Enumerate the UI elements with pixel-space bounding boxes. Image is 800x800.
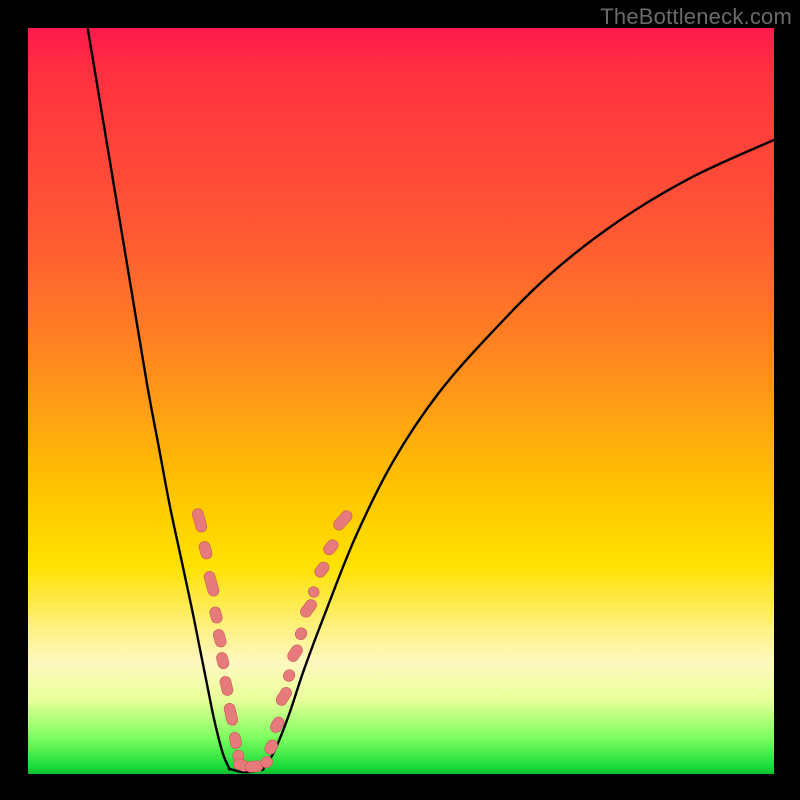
data-marker <box>191 507 208 533</box>
data-marker <box>331 508 354 532</box>
curve-layer <box>88 28 774 772</box>
data-marker <box>274 685 294 707</box>
marker-layer <box>191 507 354 773</box>
outer-frame: TheBottleneck.com <box>0 0 800 800</box>
data-marker <box>298 597 318 619</box>
data-marker <box>286 643 305 664</box>
data-marker <box>281 668 297 684</box>
data-marker <box>293 626 309 642</box>
data-marker <box>212 628 228 648</box>
data-marker <box>306 584 321 599</box>
data-marker <box>228 731 242 749</box>
watermark-text: TheBottleneck.com <box>600 4 792 30</box>
data-marker <box>263 738 280 756</box>
bottleneck-curve <box>88 28 774 772</box>
data-marker <box>215 651 230 670</box>
data-marker <box>321 537 340 557</box>
data-marker <box>203 570 221 597</box>
chart-svg <box>28 28 774 774</box>
data-marker <box>208 606 223 625</box>
data-marker <box>312 560 331 580</box>
data-marker <box>219 675 234 696</box>
data-marker <box>223 702 239 726</box>
plot-area <box>28 28 774 774</box>
data-marker <box>198 540 214 560</box>
